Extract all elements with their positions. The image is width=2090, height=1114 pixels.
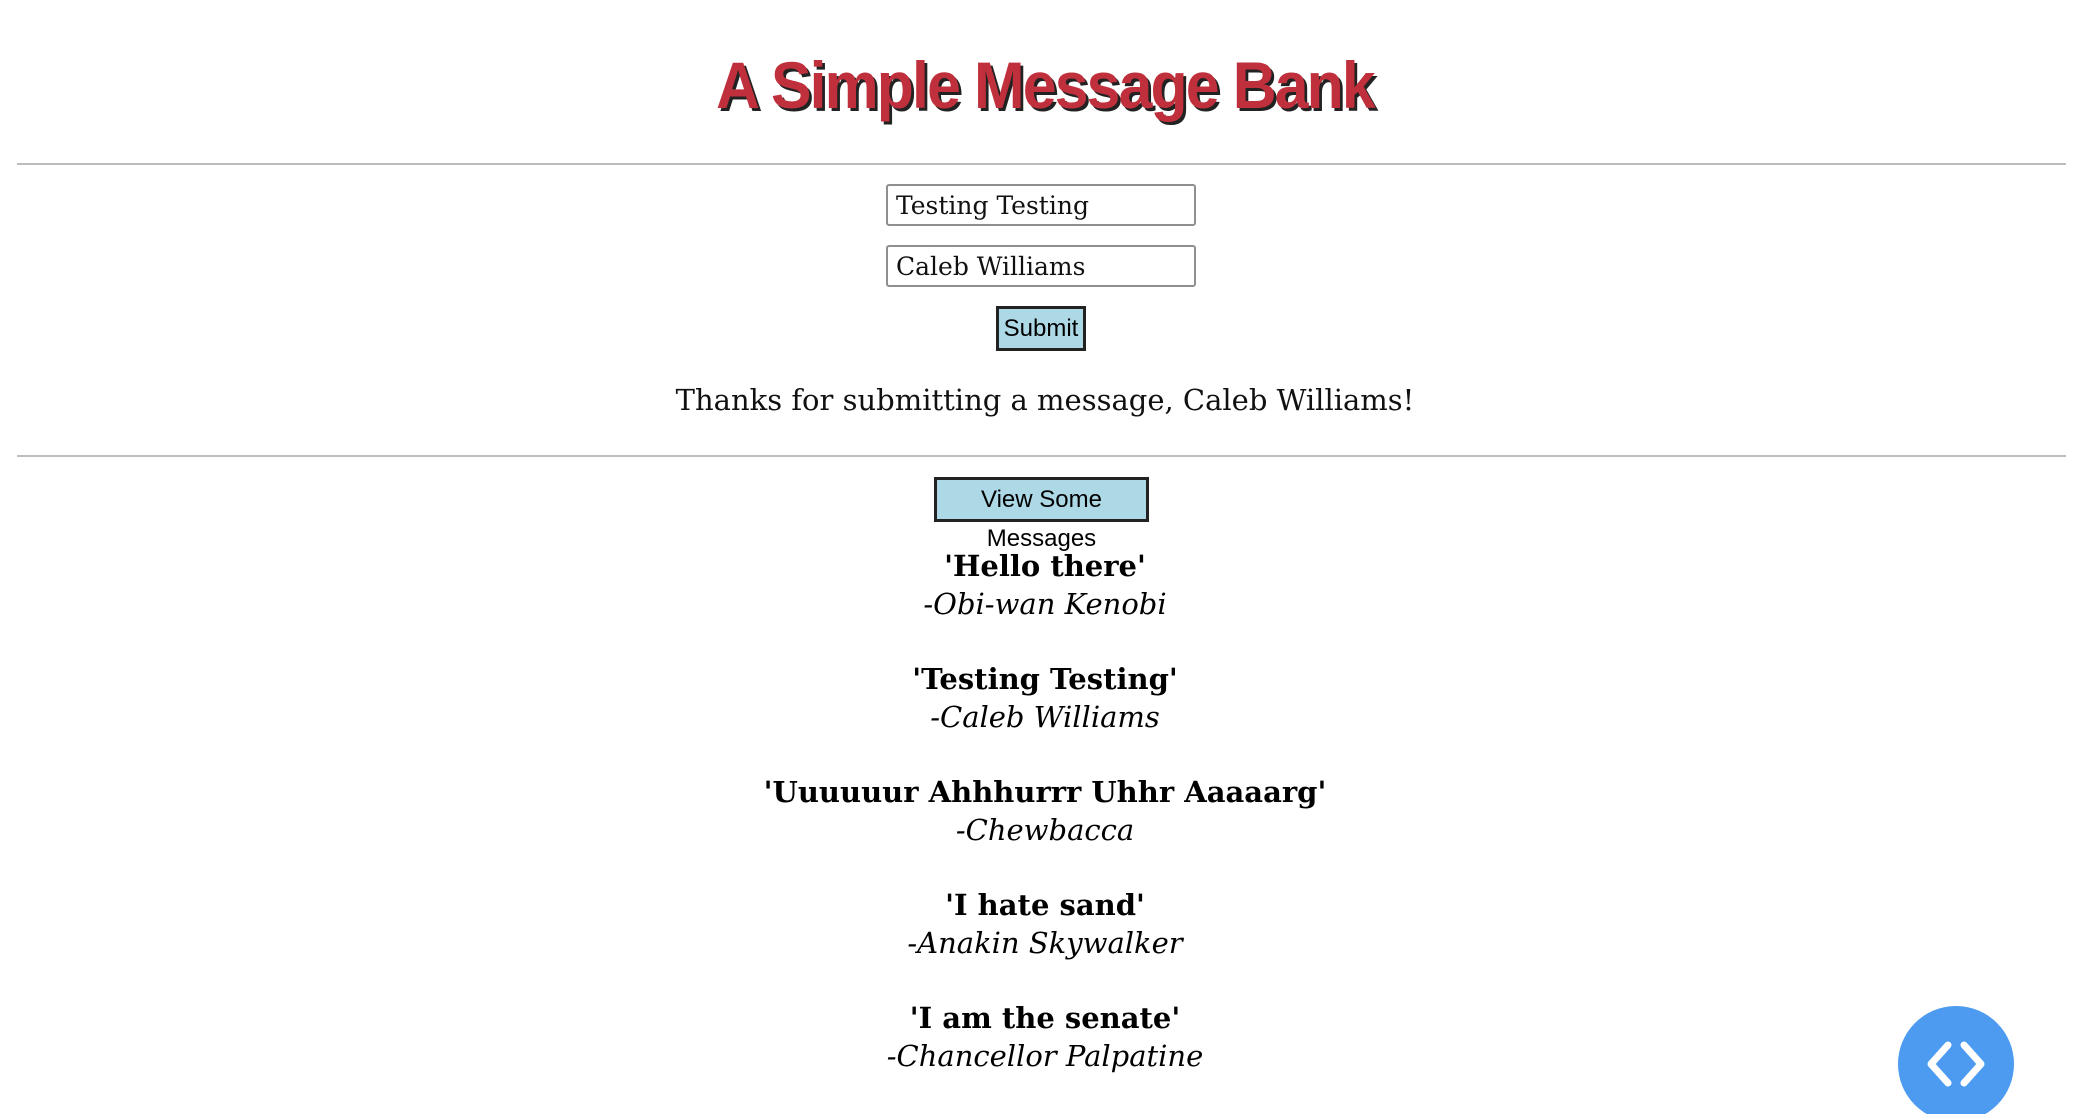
message-item: 'I hate sand' -Anakin Skywalker <box>0 886 2090 999</box>
message-item: 'I am the senate' -Chancellor Palpatine <box>0 999 2090 1112</box>
message-author: -Obi-wan Kenobi <box>923 587 1167 621</box>
message-author: -Chewbacca <box>955 813 1135 847</box>
message-item: 'Hello there' -Obi-wan Kenobi <box>0 547 2090 660</box>
divider-top <box>17 163 2066 165</box>
code-brackets-icon <box>1927 1041 1985 1087</box>
confirmation-message: Thanks for submitting a message, Caleb W… <box>675 383 1415 417</box>
page-title: A Simple Message Bank <box>716 48 1375 122</box>
message-text: 'Hello there' <box>944 549 1146 583</box>
message-text: 'I am the senate' <box>909 1001 1181 1035</box>
message-text: 'I hate sand' <box>945 888 1145 922</box>
message-text: 'Testing Testing' <box>912 662 1178 696</box>
divider-middle <box>17 455 2066 457</box>
message-author: -Chancellor Palpatine <box>886 1039 1204 1073</box>
submit-button[interactable]: Submit <box>996 306 1086 351</box>
message-author: -Caleb Williams <box>930 700 1160 734</box>
message-list: 'Hello there' -Obi-wan Kenobi 'Testing T… <box>0 547 2090 1112</box>
message-item: 'Testing Testing' -Caleb Williams <box>0 660 2090 773</box>
message-text: 'Uuuuuur Ahhhurrr Uhhr Aaaaarg' <box>763 775 1327 809</box>
message-item: 'Uuuuuur Ahhhurrr Uhhr Aaaaarg' -Chewbac… <box>0 773 2090 886</box>
page: A Simple Message Bank Submit Thanks for … <box>0 0 2090 1114</box>
message-input[interactable] <box>886 184 1196 226</box>
view-messages-button[interactable]: View Some Messages <box>934 477 1149 552</box>
message-author: -Anakin Skywalker <box>907 926 1183 960</box>
code-toggle-button[interactable] <box>1898 1006 2014 1114</box>
name-input[interactable] <box>886 245 1196 287</box>
